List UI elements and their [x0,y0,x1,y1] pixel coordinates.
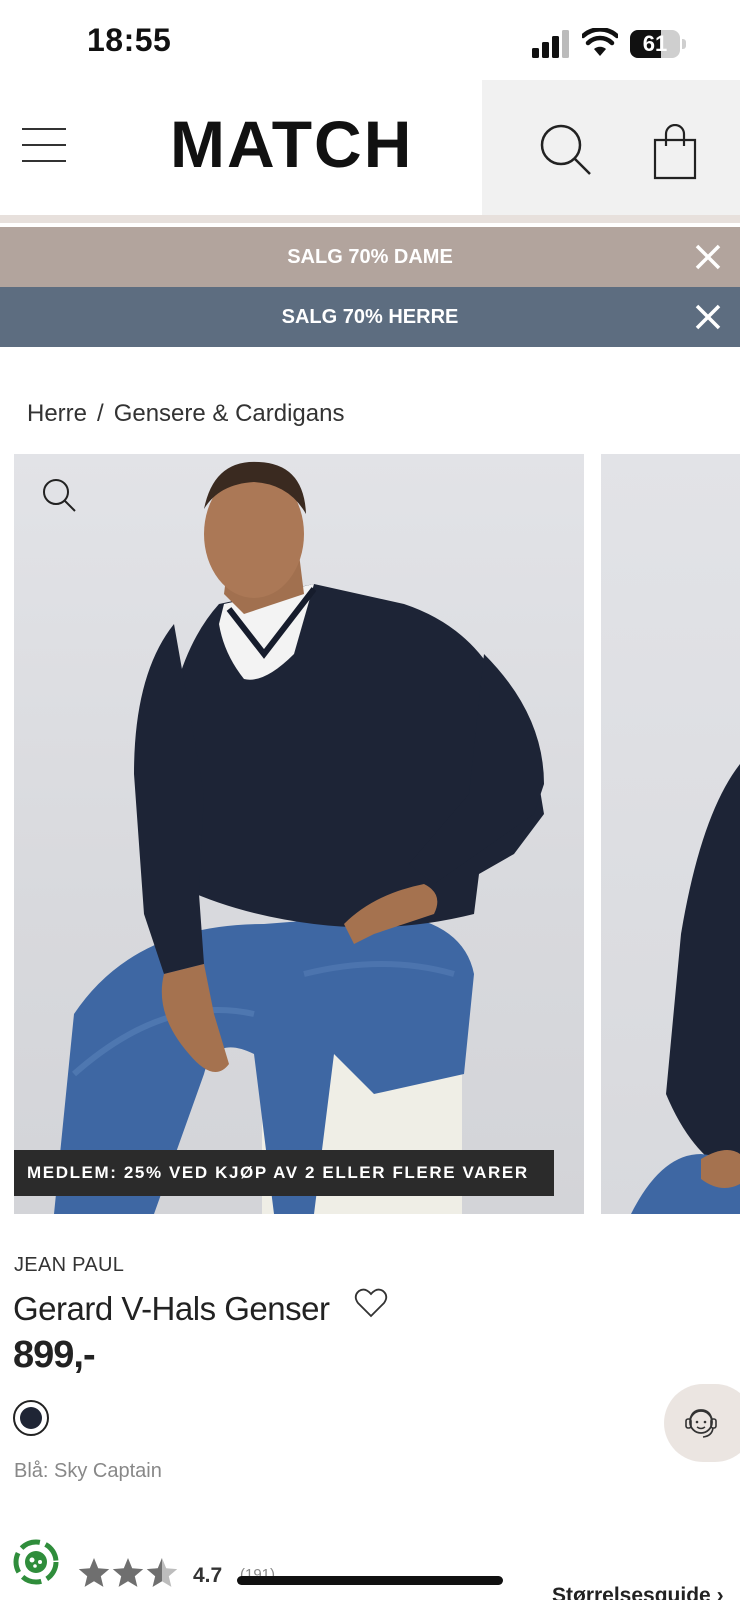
close-icon[interactable] [694,303,722,331]
shopping-bag-icon[interactable] [652,124,698,180]
selected-color-label: Blå: Sky Captain [14,1460,162,1482]
wifi-icon [582,28,618,56]
promo-banner-dame[interactable]: SALG 70% DAME [0,227,740,287]
search-icon[interactable] [538,122,594,178]
star-icon [78,1558,110,1587]
product-image[interactable]: MEDLEM: 25% VED KJØP AV 2 ELLER FLERE VA… [14,454,584,1214]
customer-service-chat-button[interactable] [664,1384,740,1462]
battery-icon: 61 [630,30,686,58]
eco-badge-icon [13,1539,59,1585]
product-image-next[interactable] [601,454,740,1214]
zoom-icon[interactable] [42,478,78,514]
breadcrumb-separator: / [97,400,104,427]
star-icon [112,1558,144,1587]
member-offer-badge: MEDLEM: 25% VED KJØP AV 2 ELLER FLERE VA… [14,1150,554,1196]
breadcrumb-item-gensere[interactable]: Gensere & Cardigans [114,400,345,427]
product-photo [54,461,544,1214]
hamburger-menu-icon[interactable] [22,128,66,164]
status-time: 18:55 [87,22,172,58]
home-indicator [237,1576,503,1585]
match-logo[interactable]: MATCH [170,111,432,177]
product-photo-next [631,764,740,1214]
cellular-signal-icon [532,30,569,58]
promo-banner-herre[interactable]: SALG 70% HERRE [0,287,740,347]
size-guide-link[interactable]: Størrelsesguide › [552,1584,724,1600]
breadcrumb: Herre / Gensere & Cardigans [27,400,344,428]
rating-stars [78,1558,178,1587]
product-gallery[interactable]: MEDLEM: 25% VED KJØP AV 2 ELLER FLERE VA… [14,454,740,1214]
color-swatch-selected[interactable] [13,1400,49,1436]
header-divider [0,215,740,223]
support-agent-icon [685,1409,717,1438]
product-price: 899,- [13,1334,96,1376]
site-header: MATCH [0,80,740,215]
product-brand[interactable]: JEAN PAUL [14,1254,124,1277]
product-name: Gerard V-Hals Genser [13,1290,330,1327]
close-icon[interactable] [694,243,722,271]
promo-label-herre: SALG 70% HERRE [281,306,459,328]
battery-percentage: 61 [642,31,668,56]
header-actions [482,80,740,215]
heart-icon[interactable] [354,1288,388,1318]
rating-value: 4.7 [193,1564,223,1587]
breadcrumb-item-herre[interactable]: Herre [27,400,87,427]
promo-label-dame: SALG 70% DAME [287,246,453,268]
chevron-right-icon: › [716,1584,724,1600]
status-bar: 18:55 61 [0,0,740,88]
size-guide-label: Størrelsesguide [552,1584,711,1600]
